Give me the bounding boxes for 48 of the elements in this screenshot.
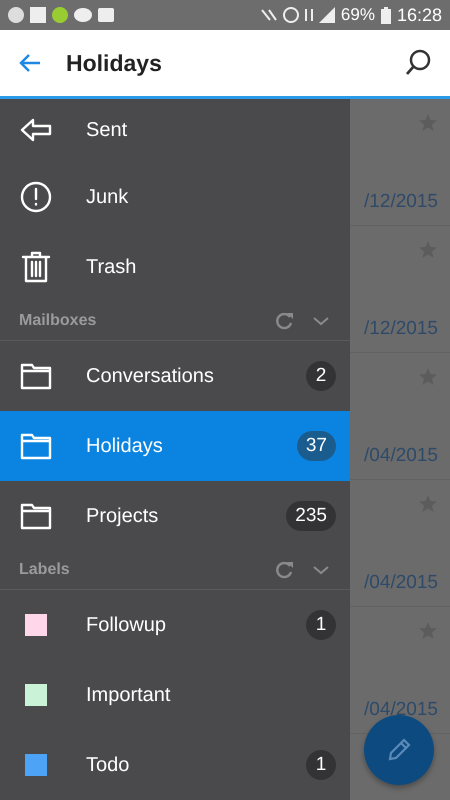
signal-icon xyxy=(318,7,335,23)
back-arrow-icon[interactable] xyxy=(18,53,42,73)
briefcase-icon xyxy=(98,8,114,22)
message-date: /04/2015 xyxy=(364,572,438,594)
circle-icon xyxy=(52,7,68,23)
folder-icon xyxy=(20,432,52,460)
exclamation-circle-icon xyxy=(20,181,52,213)
message-date: /12/2015 xyxy=(364,318,438,340)
refresh-icon[interactable] xyxy=(274,311,294,331)
drawer-item[interactable]: Important xyxy=(0,660,350,730)
square-icon xyxy=(30,7,46,23)
screen-title: Holidays xyxy=(66,50,163,76)
message-date: /04/2015 xyxy=(364,699,438,721)
message-date: /12/2015 xyxy=(364,191,438,213)
pencil-icon xyxy=(386,737,412,763)
search-icon[interactable] xyxy=(404,49,432,77)
message-date: /04/2015 xyxy=(364,445,438,467)
chat-bubble-icon xyxy=(74,8,92,22)
section-header: Mailboxes xyxy=(19,312,98,330)
chevron-down-icon[interactable] xyxy=(312,564,330,576)
circle-icon xyxy=(8,7,24,23)
battery-percent: 69% xyxy=(340,5,375,25)
drawer-item[interactable]: Sent xyxy=(0,99,350,162)
count-badge: 1 xyxy=(306,610,336,640)
clock-time: 16:28 xyxy=(396,4,442,26)
folder-icon xyxy=(20,362,52,390)
count-badge: 235 xyxy=(286,501,336,531)
chevron-down-icon[interactable] xyxy=(312,315,330,327)
alarm-icon xyxy=(282,7,299,23)
section-header: Labels xyxy=(19,561,71,579)
count-badge: 2 xyxy=(306,361,336,391)
folder-icon xyxy=(20,502,52,530)
drawer-item[interactable]: Junk xyxy=(0,162,350,232)
data-icon xyxy=(304,9,313,21)
mute-icon xyxy=(260,9,277,21)
count-badge: 1 xyxy=(306,750,336,780)
drawer-item[interactable]: Followup 1 xyxy=(0,590,350,660)
drawer-item[interactable]: Trash xyxy=(0,232,350,302)
drawer-item[interactable]: Todo 1 xyxy=(0,730,350,800)
battery-icon xyxy=(380,6,391,24)
trash-icon xyxy=(20,251,52,283)
refresh-icon[interactable] xyxy=(274,560,294,580)
drawer-item[interactable]: Holidays 37 xyxy=(0,411,350,481)
drawer-item[interactable]: Conversations 2 xyxy=(0,341,350,411)
drawer-item[interactable]: Projects 235 xyxy=(0,481,350,551)
compose-button[interactable] xyxy=(364,715,434,785)
reply-arrow-icon xyxy=(20,118,52,144)
count-badge: 37 xyxy=(296,431,336,461)
